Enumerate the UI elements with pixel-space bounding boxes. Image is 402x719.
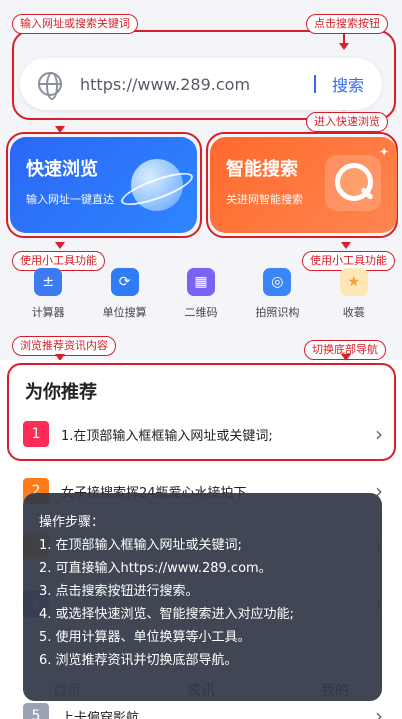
annotation-arrow: [55, 242, 65, 249]
tool-calculator[interactable]: ± 计算器: [13, 268, 83, 328]
step-line: 4. 或选择快速浏览、智能搜索进入对应功能;: [39, 607, 294, 622]
tool-label: 收蓑: [342, 306, 365, 319]
step-line: 5. 使用计算器、单位换算等小工具。: [39, 630, 251, 645]
step-line: 6. 浏览推荐资讯并切换底部导航。: [39, 653, 238, 668]
step-line: 3. 点击搜索按钮进行搜索。: [39, 584, 199, 599]
annotation-recommend: 浏览推荐资讯内容: [12, 336, 116, 356]
chevron-right-icon: ›: [375, 422, 383, 446]
annotation-arrow: [339, 43, 349, 50]
globe-icon: [38, 72, 62, 100]
star-icon: ★: [339, 268, 368, 296]
magnifier-icon: [325, 155, 381, 211]
tool-qrcode[interactable]: ▦ 二维码: [166, 268, 236, 328]
sparkle-icon: ✦: [378, 145, 389, 159]
annotation-quick-browse: 进入快速浏览: [306, 112, 388, 132]
annotation-search-button: 点击搜索按钮: [306, 14, 388, 34]
search-button[interactable]: 搜索: [332, 72, 364, 96]
camera-icon: ◎: [263, 268, 292, 296]
refresh-icon: ⟳: [110, 268, 139, 296]
tool-photo-recognize[interactable]: ◎ 拍照识构: [242, 268, 312, 328]
tools-row: ± 计算器 ⟳ 单位搜算 ▦ 二维码 ◎ 拍照识构 ★ 收蓑: [10, 268, 392, 328]
recommend-title: 为你推荐: [25, 382, 97, 403]
tool-label: 二维码: [184, 306, 218, 319]
planet-icon: [131, 159, 183, 211]
smart-search-card[interactable]: 智能搜索 关进网智能搜索 ✦: [210, 137, 397, 233]
tool-label: 拍照识构: [255, 306, 300, 319]
quick-browse-card[interactable]: 快速浏览 输入网址一键直达: [10, 137, 197, 233]
search-bar[interactable]: https://www.289.com 搜索: [20, 58, 382, 110]
list-item[interactable]: 1 1.在顶部输入框框输入网址或关键词; ›: [23, 416, 383, 452]
steps-title: 操作步骤：: [39, 515, 105, 530]
tool-favorites[interactable]: ★ 收蓑: [319, 268, 389, 328]
tool-unit-convert[interactable]: ⟳ 单位搜算: [90, 268, 160, 328]
tool-label: 单位搜算: [102, 306, 147, 319]
search-divider: [314, 75, 316, 93]
calculator-icon: ±: [34, 268, 63, 296]
rank-badge: 5: [23, 703, 49, 719]
url-input[interactable]: https://www.289.com: [80, 75, 314, 94]
chevron-right-icon: ›: [375, 704, 383, 719]
tool-label: 计算器: [31, 306, 65, 319]
item-text: 1.在顶部输入框框输入网址或关键词;: [61, 428, 273, 444]
annotation-input: 输入网址或搜索关键词: [12, 14, 138, 34]
rank-badge: 1: [23, 421, 49, 447]
steps-overlay: 操作步骤： 1. 在顶部输入框输入网址或关键词; 2. 可直接输入https:/…: [23, 493, 382, 701]
list-item[interactable]: 5 上卡偏穿影航 ›: [23, 698, 383, 719]
qrcode-icon: ▦: [186, 268, 215, 296]
annotation-arrow: [341, 242, 351, 249]
item-text: 上卡偏穿影航: [61, 710, 140, 719]
step-line: 1. 在顶部输入框输入网址或关键词;: [39, 538, 242, 553]
step-line: 2. 可直接输入https://www.289.com。: [39, 561, 272, 576]
